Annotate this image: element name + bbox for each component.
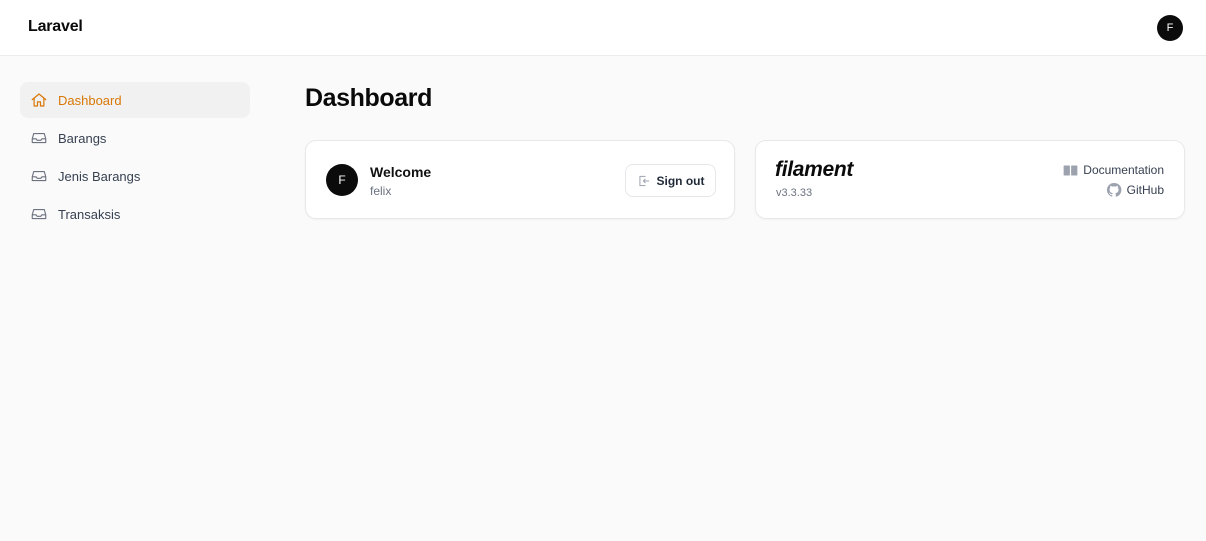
sidebar-item-transaksis[interactable]: Transaksis	[20, 196, 250, 232]
sidebar-item-label: Dashboard	[58, 92, 122, 108]
filament-version: v3.3.33	[776, 187, 813, 199]
documentation-label: Documentation	[1083, 163, 1164, 177]
github-icon	[1106, 182, 1122, 198]
brand-logo[interactable]: Laravel	[28, 18, 83, 36]
documentation-link[interactable]: Documentation	[1063, 163, 1164, 177]
user-avatar-button[interactable]: F	[1157, 15, 1183, 41]
welcome-card: F Welcome felix Sign out	[305, 140, 735, 219]
book-icon	[1063, 164, 1078, 177]
avatar: F	[326, 164, 358, 196]
sign-out-button[interactable]: Sign out	[625, 164, 716, 197]
sidebar-item-label: Transaksis	[58, 206, 121, 222]
home-icon	[29, 90, 49, 110]
filament-info-card: filament v3.3.33 Documentation GitHub	[755, 140, 1185, 219]
inbox-icon	[29, 204, 49, 224]
welcome-title: Welcome	[370, 164, 432, 180]
page-title: Dashboard	[305, 84, 432, 112]
top-bar: Laravel F	[0, 0, 1206, 56]
sidebar-item-jenis-barangs[interactable]: Jenis Barangs	[20, 158, 250, 194]
sign-out-icon	[637, 174, 651, 188]
sidebar: Dashboard Barangs Jenis Barangs Transaks…	[20, 82, 250, 234]
username-label: felix	[370, 184, 392, 198]
inbox-icon	[29, 166, 49, 186]
github-label: GitHub	[1126, 183, 1164, 197]
filament-logo[interactable]: filament	[775, 158, 853, 182]
sidebar-item-dashboard[interactable]: Dashboard	[20, 82, 250, 118]
sign-out-label: Sign out	[656, 173, 705, 188]
sidebar-item-label: Barangs	[58, 130, 107, 146]
sidebar-item-barangs[interactable]: Barangs	[20, 120, 250, 156]
sidebar-item-label: Jenis Barangs	[58, 168, 141, 184]
inbox-icon	[29, 128, 49, 148]
github-link[interactable]: GitHub	[1106, 182, 1164, 198]
